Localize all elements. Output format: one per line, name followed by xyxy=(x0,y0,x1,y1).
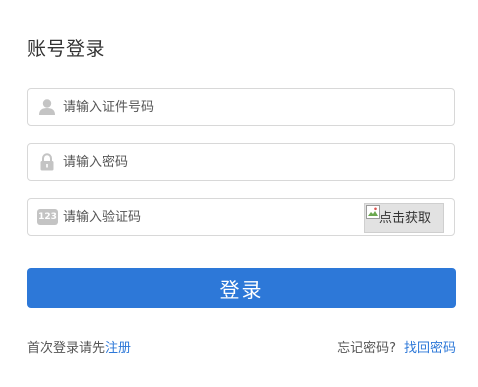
register-link[interactable]: 注册 xyxy=(105,341,131,356)
broken-image-icon xyxy=(366,205,380,219)
recover-password-link[interactable]: 找回密码 xyxy=(404,341,456,356)
first-login-text: 首次登录请先 xyxy=(27,341,106,356)
user-icon xyxy=(39,99,55,115)
id-number-input[interactable] xyxy=(63,89,383,125)
first-login-hint: 首次登录请先注册 xyxy=(27,337,131,356)
password-input[interactable] xyxy=(63,144,383,180)
login-button[interactable]: 登录 xyxy=(27,268,456,308)
captcha-button-label: 点击获取 xyxy=(379,211,432,226)
captcha-123-icon: 123 xyxy=(37,209,58,225)
captcha-image-button[interactable]: 点击获取 xyxy=(364,203,444,233)
captcha-input[interactable] xyxy=(63,199,353,235)
lock-icon xyxy=(40,153,54,171)
id-number-field[interactable] xyxy=(27,88,455,126)
page-title: 账号登录 xyxy=(27,38,106,60)
login-page: 账号登录 123 点击获取 登录 首次登录请先注册 xyxy=(0,0,478,387)
forgot-password-text: 忘记密码? xyxy=(337,341,396,356)
forgot-password-area: 忘记密码? 找回密码 xyxy=(337,337,456,356)
captcha-field[interactable]: 123 点击获取 xyxy=(27,198,455,236)
password-field[interactable] xyxy=(27,143,455,181)
